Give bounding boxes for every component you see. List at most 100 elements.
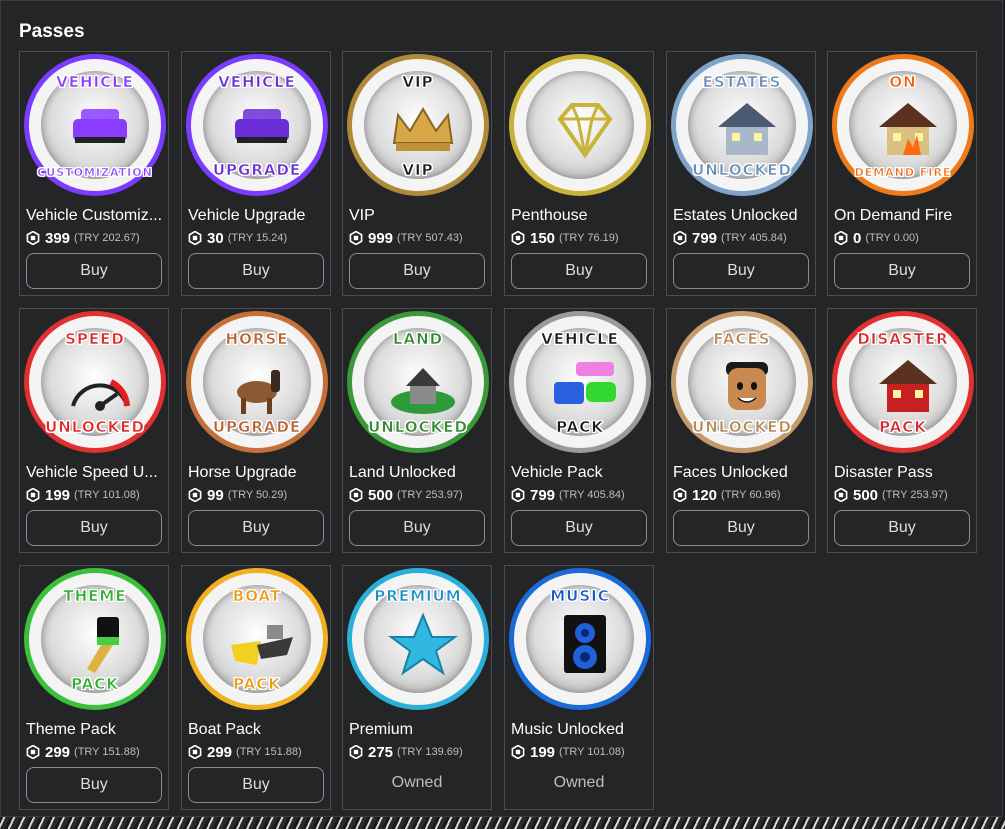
price-robux: 199 bbox=[45, 486, 71, 504]
price-robux: 999 bbox=[368, 229, 394, 247]
pass-name[interactable]: Vehicle Upgrade bbox=[188, 207, 328, 225]
buy-button[interactable]: Buy bbox=[673, 510, 809, 546]
pass-badge-image[interactable]: MUSIC bbox=[509, 568, 651, 710]
price-robux: 275 bbox=[368, 743, 394, 761]
badge-bottom-label: PACK bbox=[233, 675, 281, 694]
pass-name[interactable]: Estates Unlocked bbox=[673, 207, 813, 225]
buy-button[interactable]: Buy bbox=[834, 510, 970, 546]
robux-icon bbox=[511, 487, 525, 503]
price-robux: 399 bbox=[45, 229, 71, 247]
buy-button[interactable]: Buy bbox=[673, 253, 809, 289]
pass-badge-image[interactable]: VEHICLE PACK bbox=[509, 311, 651, 453]
pass-name[interactable]: Vehicle Speed U... bbox=[26, 464, 166, 482]
pass-badge-image[interactable]: VIP VIP bbox=[347, 54, 489, 196]
badge-top-label: BOAT bbox=[232, 587, 282, 606]
buy-button[interactable]: Buy bbox=[349, 510, 485, 546]
pass-name[interactable]: Penthouse bbox=[511, 207, 651, 225]
pass-badge-image[interactable]: DISASTER PACK bbox=[832, 311, 974, 453]
pass-name[interactable]: Horse Upgrade bbox=[188, 464, 328, 482]
price-robux: 500 bbox=[853, 486, 879, 504]
pass-badge-image[interactable]: ON DEMAND FIRE bbox=[832, 54, 974, 196]
robux-icon bbox=[673, 487, 687, 503]
pass-name[interactable]: On Demand Fire bbox=[834, 207, 974, 225]
badge-top-label: FACES bbox=[713, 330, 771, 349]
pass-price: 275 (TRY 139.69) bbox=[349, 743, 489, 761]
pass-badge-image[interactable]: BOAT PACK bbox=[186, 568, 328, 710]
badge-bottom-label: VIP bbox=[402, 161, 434, 180]
robux-icon bbox=[188, 487, 202, 503]
buy-button[interactable]: Buy bbox=[26, 510, 162, 546]
pass-name[interactable]: Land Unlocked bbox=[349, 464, 489, 482]
pass-name[interactable]: Disaster Pass bbox=[834, 464, 974, 482]
buy-button[interactable]: Buy bbox=[511, 510, 647, 546]
pass-price: 799 (TRY 405.84) bbox=[511, 486, 651, 504]
badge-top-label: VIP bbox=[402, 73, 434, 92]
pass-badge-image[interactable]: HORSE UPGRADE bbox=[186, 311, 328, 453]
price-robux: 299 bbox=[207, 743, 233, 761]
pass-badge-image[interactable]: THEME PACK bbox=[24, 568, 166, 710]
pass-badge-image[interactable]: PREMIUM bbox=[347, 568, 489, 710]
buy-button[interactable]: Buy bbox=[26, 253, 162, 289]
pass-card[interactable]: ESTATES UNLOCKED Estates Unlocked 799 (TRY 4… bbox=[666, 51, 816, 296]
price-try: (TRY 151.88) bbox=[236, 746, 302, 758]
pass-card[interactable]: THEME PACK Theme Pack 299 (TRY 151.88) Buy bbox=[19, 565, 169, 810]
price-robux: 99 bbox=[207, 486, 224, 504]
pass-card[interactable]: LAND UNLOCKED Land Unlocked 500 (TRY 253.97)… bbox=[342, 308, 492, 553]
robux-icon bbox=[834, 230, 848, 246]
pass-price: 120 (TRY 60.96) bbox=[673, 486, 813, 504]
pass-card[interactable]: VEHICLE CUSTOMIZATION Vehicle Customiz... 3… bbox=[19, 51, 169, 296]
pass-price: 199 (TRY 101.08) bbox=[26, 486, 166, 504]
pass-card[interactable]: MUSIC Music Unlocked 199 (TRY 101.08) Owned bbox=[504, 565, 654, 810]
pass-card[interactable]: HORSE UPGRADE Horse Upgrade 99 (TRY 50.29) Bu… bbox=[181, 308, 331, 553]
badge-bottom-label: UNLOCKED bbox=[692, 161, 792, 180]
pass-name[interactable]: Vehicle Pack bbox=[511, 464, 651, 482]
pass-badge-image[interactable]: ESTATES UNLOCKED bbox=[671, 54, 813, 196]
buy-button[interactable]: Buy bbox=[188, 253, 324, 289]
buy-button[interactable]: Buy bbox=[188, 510, 324, 546]
pass-name[interactable]: Music Unlocked bbox=[511, 721, 651, 739]
buy-button[interactable]: Buy bbox=[349, 253, 485, 289]
badge-top-label: VEHICLE bbox=[541, 330, 619, 349]
price-try: (TRY 253.97) bbox=[397, 489, 463, 501]
pass-card[interactable]: FACES UNLOCKED Faces Unlocked 120 (TRY 60.96… bbox=[666, 308, 816, 553]
pass-badge-image[interactable]: FACES UNLOCKED bbox=[671, 311, 813, 453]
pass-card[interactable]: BOAT PACK Boat Pack 299 (TRY 151.88) Buy bbox=[181, 565, 331, 810]
price-try: (TRY 50.29) bbox=[227, 489, 288, 501]
pass-price: 299 (TRY 151.88) bbox=[188, 743, 328, 761]
pass-name[interactable]: Theme Pack bbox=[26, 721, 166, 739]
pass-card[interactable]: DISASTER PACK Disaster Pass 500 (TRY 253.97)… bbox=[827, 308, 977, 553]
house-icon bbox=[712, 97, 782, 163]
badge-top-label: THEME bbox=[63, 587, 127, 606]
pass-card[interactable]: VIP VIP VIP 999 (TRY 507.43) Buy bbox=[342, 51, 492, 296]
pass-badge-image[interactable]: LAND UNLOCKED bbox=[347, 311, 489, 453]
badge-bottom-label: PACK bbox=[556, 418, 604, 437]
pass-card[interactable]: ON DEMAND FIRE On Demand Fire 0 (TRY 0.00) Bu… bbox=[827, 51, 977, 296]
robux-icon bbox=[188, 744, 202, 760]
pass-price: 99 (TRY 50.29) bbox=[188, 486, 328, 504]
robux-icon bbox=[26, 744, 40, 760]
pass-name[interactable]: Vehicle Customiz... bbox=[26, 207, 166, 225]
price-robux: 799 bbox=[692, 229, 718, 247]
robux-icon bbox=[673, 230, 687, 246]
buy-button[interactable]: Buy bbox=[188, 767, 324, 803]
pass-badge-image[interactable]: SPEED UNLOCKED bbox=[24, 311, 166, 453]
pass-badge-image[interactable]: VEHICLE CUSTOMIZATION bbox=[24, 54, 166, 196]
pass-card[interactable]: VEHICLE PACK Vehicle Pack 799 (TRY 405.84) Bu… bbox=[504, 308, 654, 553]
pass-name[interactable]: Boat Pack bbox=[188, 721, 328, 739]
pass-name[interactable]: VIP bbox=[349, 207, 489, 225]
pass-card[interactable]: VEHICLE UPGRADE Vehicle Upgrade 30 (TRY 15.2… bbox=[181, 51, 331, 296]
pass-card[interactable]: Penthouse 150 (TRY 76.19) Buy bbox=[504, 51, 654, 296]
pass-card[interactable]: SPEED UNLOCKED Vehicle Speed U... 199 (TRY 1… bbox=[19, 308, 169, 553]
robux-icon bbox=[834, 487, 848, 503]
pass-card[interactable]: PREMIUM Premium 275 (TRY 139.69) Owned bbox=[342, 565, 492, 810]
pass-name[interactable]: Faces Unlocked bbox=[673, 464, 813, 482]
buy-button[interactable]: Buy bbox=[26, 767, 162, 803]
buy-button[interactable]: Buy bbox=[834, 253, 970, 289]
robux-icon bbox=[188, 230, 202, 246]
pass-badge-image[interactable]: VEHICLE UPGRADE bbox=[186, 54, 328, 196]
section-title: Passes bbox=[19, 21, 85, 42]
pass-name[interactable]: Premium bbox=[349, 721, 489, 739]
buy-button[interactable]: Buy bbox=[511, 253, 647, 289]
badge-bottom-label: CUSTOMIZATION bbox=[37, 166, 153, 180]
pass-badge-image[interactable] bbox=[509, 54, 651, 196]
